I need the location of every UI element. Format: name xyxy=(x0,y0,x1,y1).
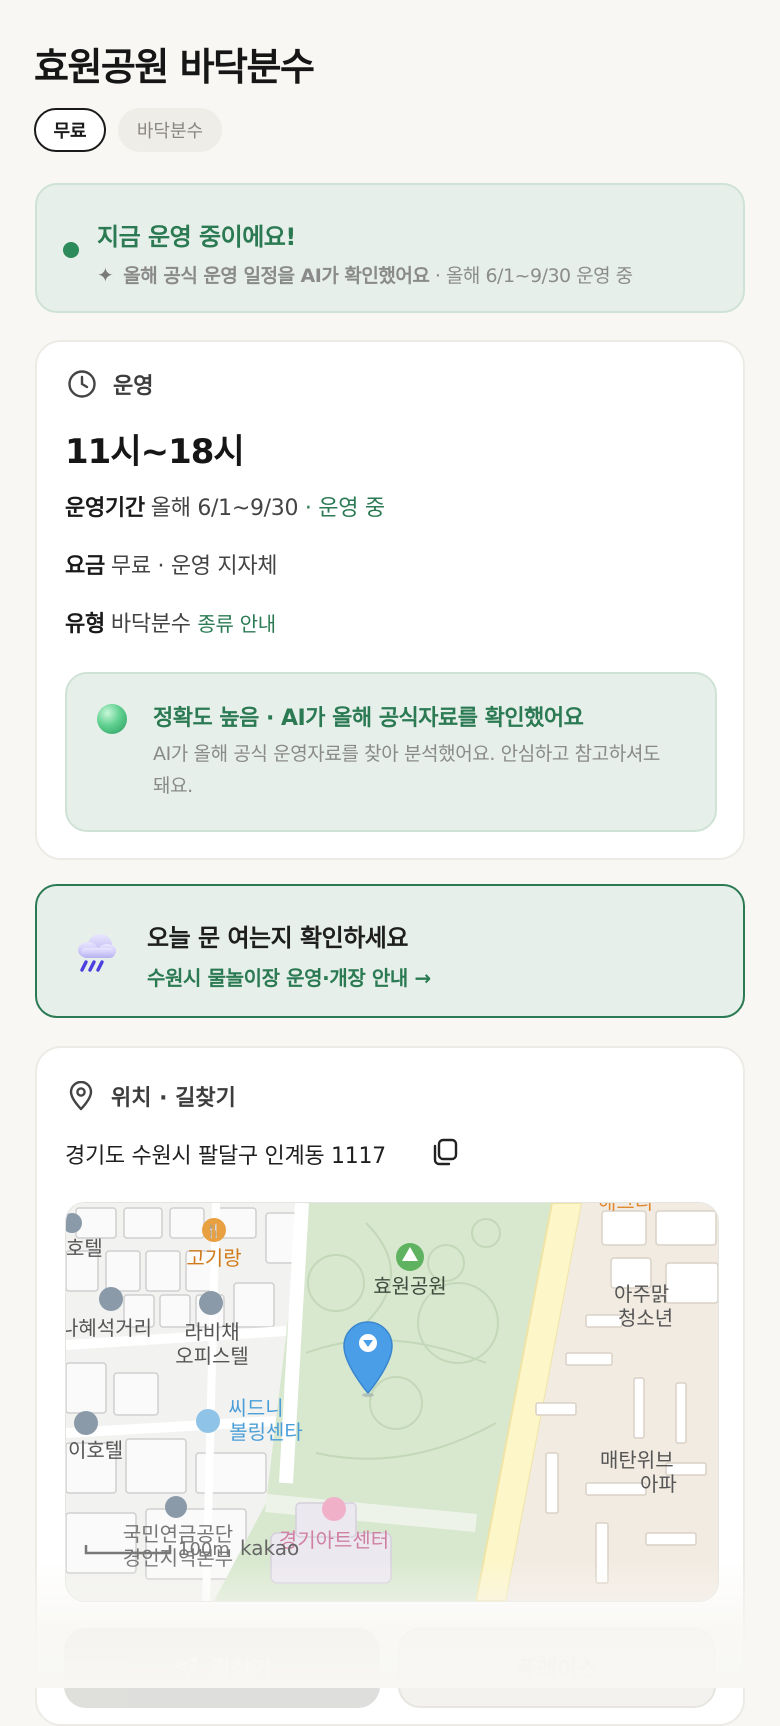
address-text: 경기도 수원시 팔달구 인계동 1117 xyxy=(65,1144,386,1169)
map-label-apt2: 매탄위브 xyxy=(600,1448,674,1472)
notice-title: 오늘 문 여는지 확인하세요 xyxy=(147,924,408,952)
operation-card: 운영 11시~18시 운영기간 올해 6/1~9/30 · 운영 중 요금 무료 ·… xyxy=(35,340,745,860)
fee-label: 요금 xyxy=(65,554,105,579)
place-button[interactable]: 플레이스 xyxy=(398,1628,716,1708)
rain-cloud-icon xyxy=(78,934,116,972)
location-section-header: 위치 · 길찾기 xyxy=(67,1080,236,1112)
location-map[interactable]: 🍴 고기랑 효원공원 호텔 나혜석거리 라비채 오피스텔 씨드니 볼링센타 이호… xyxy=(65,1202,719,1602)
accuracy-title: 정확도 높음 · AI가 올해 공식자료를 확인했어요 xyxy=(153,706,584,731)
svg-text:아파: 아파 xyxy=(640,1472,677,1496)
open-today-notice[interactable]: 오늘 문 여는지 확인하세요 수원시 물놀이장 운영·개장 안내 → xyxy=(35,884,745,1018)
accuracy-box: 정확도 높음 · AI가 올해 공식자료를 확인했어요 AI가 올해 공식 운영… xyxy=(65,672,717,832)
map-attribution: kakao xyxy=(240,1536,299,1560)
status-ai-note: 올해 공식 운영 일정을 AI가 확인했어요 xyxy=(123,265,430,287)
type-value: 바닥분수 xyxy=(110,612,191,637)
location-section-label: 위치 · 길찾기 xyxy=(111,1086,236,1111)
status-subtitle: ✦ 올해 공식 운영 일정을 AI가 확인했어요 · 올해 6/1~9/30 운영… xyxy=(97,261,757,288)
operation-section-header: 운영 xyxy=(67,368,153,400)
map-label-bowling: 씨드니 xyxy=(228,1396,283,1420)
period-label: 운영기간 xyxy=(65,496,145,521)
map-label-street: 나혜석거리 xyxy=(66,1316,152,1340)
fee-row: 요금 무료 · 운영 지자체 xyxy=(65,548,278,580)
type-guide-link[interactable]: 종류 안내 xyxy=(197,612,276,636)
period-value: 올해 6/1~9/30 xyxy=(150,496,299,521)
period-status: · 운영 중 xyxy=(304,496,385,521)
operating-status-banner: 지금 운영 중이에요! ✦ 올해 공식 운영 일정을 AI가 확인했어요 · 올해… xyxy=(35,183,745,313)
notice-link[interactable]: 수원시 물놀이장 운영·개장 안내 → xyxy=(147,962,431,991)
type-label: 유형 xyxy=(65,612,105,637)
svg-text:볼링센타: 볼링센타 xyxy=(229,1420,303,1444)
status-title: 지금 운영 중이에요! xyxy=(97,223,296,251)
map-label-top-right: 해그리 xyxy=(598,1203,653,1214)
operation-section-label: 운영 xyxy=(113,374,154,399)
map-label-apt: 아주맑 xyxy=(614,1282,669,1306)
place-button-label: 플레이스 xyxy=(516,1658,598,1683)
directions-button-label: 길찾기 xyxy=(210,1658,272,1683)
status-period-note: · 올해 6/1~9/30 운영 중 xyxy=(434,265,633,287)
copy-address-icon[interactable] xyxy=(429,1136,461,1168)
map-label-hotel: 호텔 xyxy=(66,1236,103,1260)
svg-text:오피스텔: 오피스텔 xyxy=(175,1344,249,1368)
map-label-restaurant: 고기랑 xyxy=(186,1246,241,1270)
type-row: 유형 바닥분수 종류 안내 xyxy=(65,606,276,638)
directions-button[interactable]: 길찾기 xyxy=(64,1628,380,1708)
page: 효원공원 바닥분수 무료 바닥분수 지금 운영 중이에요! ✦ 올해 공식 운영 … xyxy=(0,0,780,1726)
accuracy-indicator-icon xyxy=(97,704,127,734)
clock-icon xyxy=(68,370,96,398)
svg-text:🍴: 🍴 xyxy=(206,1223,222,1239)
map-pin-icon xyxy=(69,1081,93,1111)
accuracy-description: AI가 올해 공식 운영자료를 찾아 분석했어요. 안심하고 참고하셔도 돼요. xyxy=(153,743,660,797)
send-arrow-icon xyxy=(174,1656,197,1680)
operating-hours: 11시~18시 xyxy=(65,432,245,472)
svg-text:청소년: 청소년 xyxy=(618,1306,673,1330)
map-label-park: 효원공원 xyxy=(373,1274,447,1298)
status-dot-icon xyxy=(63,242,79,258)
map-scale: 100m xyxy=(178,1539,230,1560)
map-label-officetel: 라비채 xyxy=(184,1320,239,1344)
tag-type: 바닥분수 xyxy=(118,108,222,152)
tag-free: 무료 xyxy=(34,108,106,152)
period-row: 운영기간 올해 6/1~9/30 · 운영 중 xyxy=(65,490,385,522)
location-card: 위치 · 길찾기 경기도 수원시 팔달구 인계동 1117 🍴 고기랑 효원공원… xyxy=(35,1046,745,1726)
map-label-hotel2: 이호텔 xyxy=(68,1438,123,1462)
fee-value: 무료 · 운영 지자체 xyxy=(110,554,278,579)
sparkle-icon: ✦ xyxy=(97,263,114,287)
page-title: 효원공원 바닥분수 xyxy=(34,45,315,89)
